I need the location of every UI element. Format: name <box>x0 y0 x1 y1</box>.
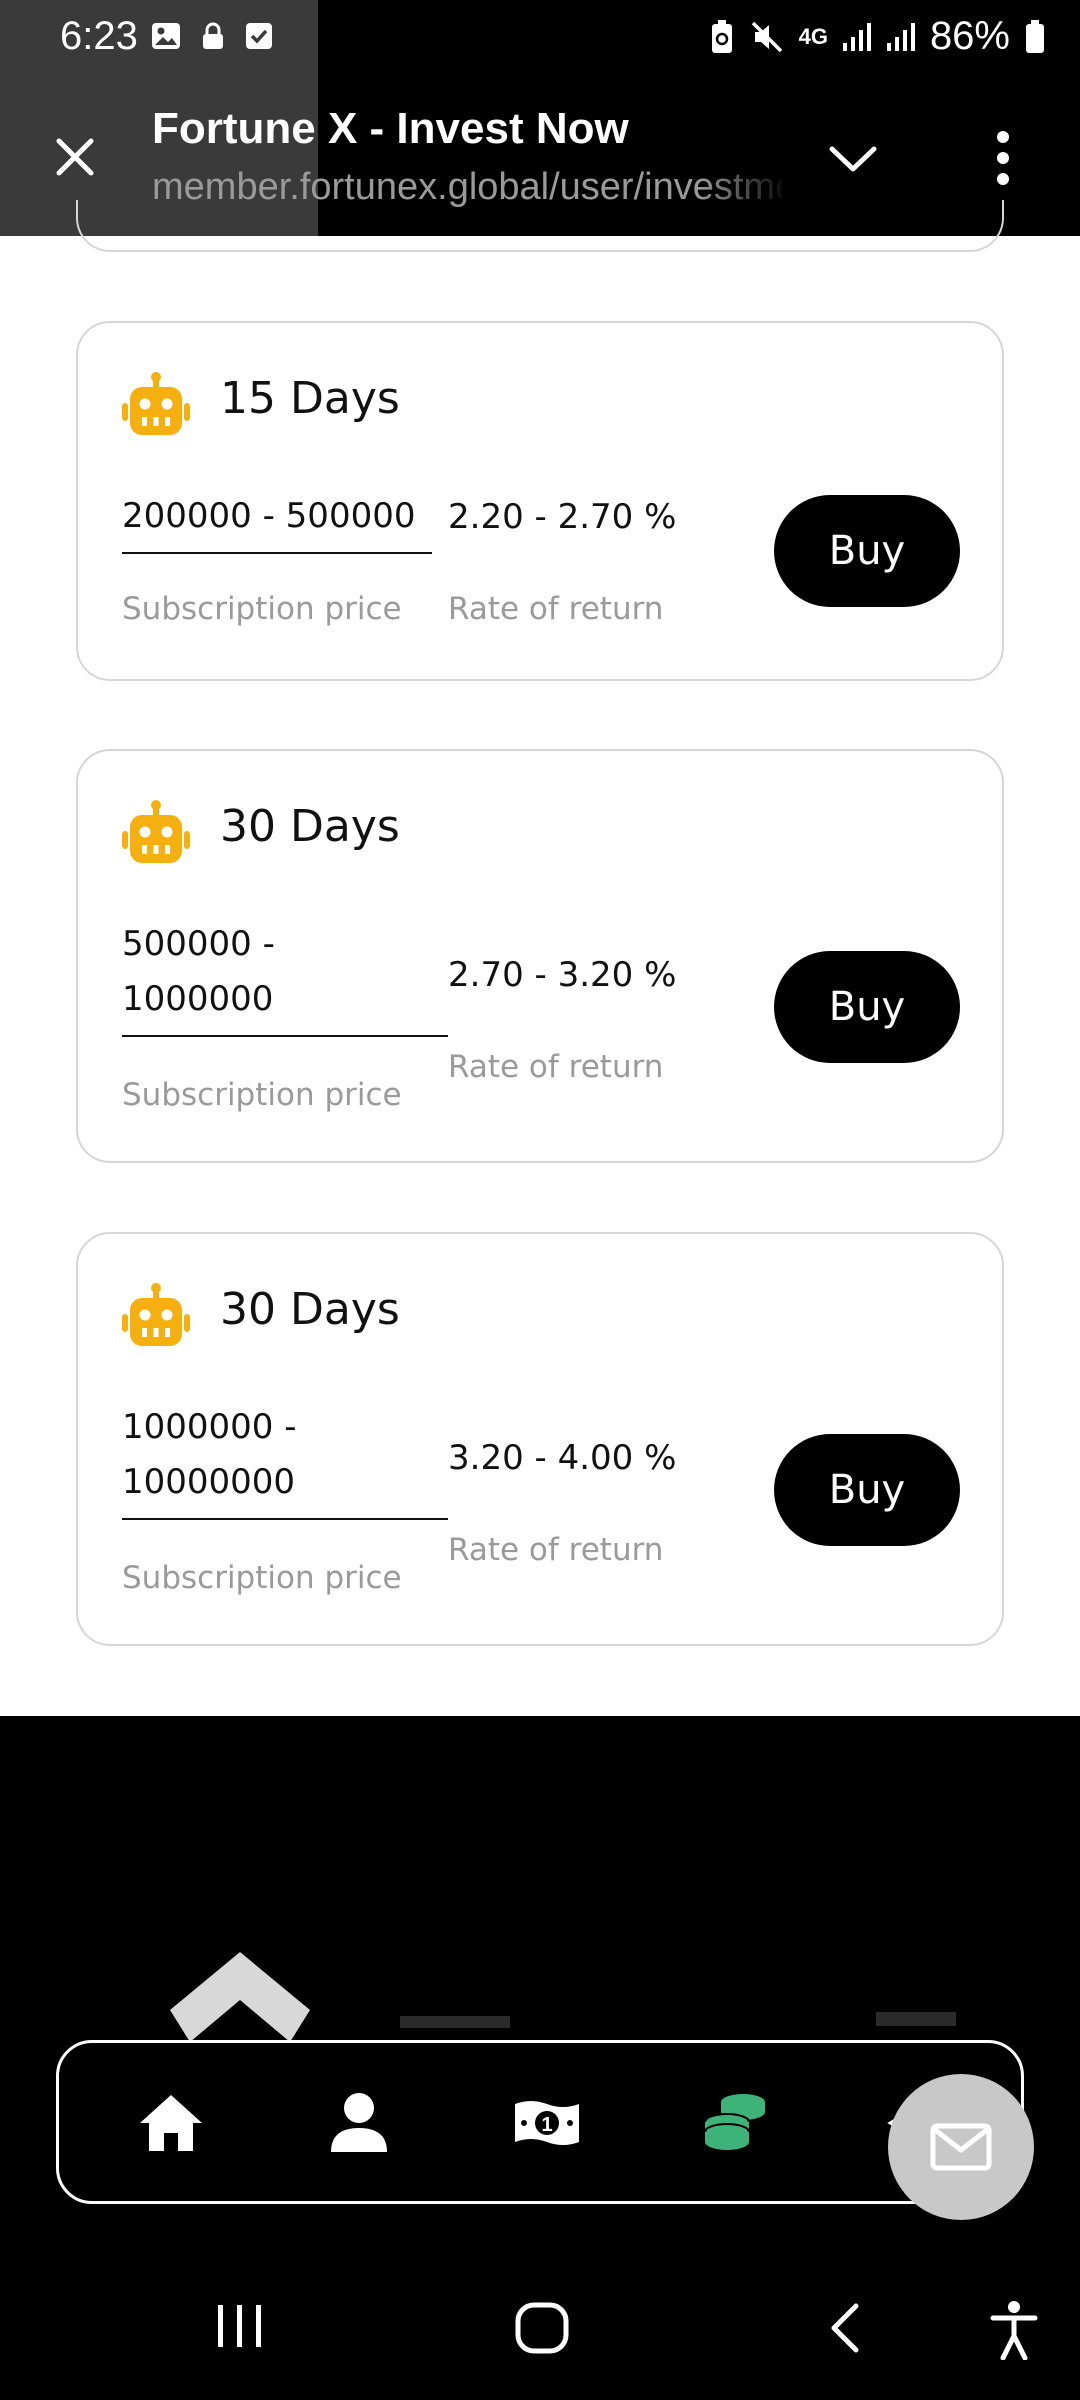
nav-invest[interactable] <box>695 2083 775 2163</box>
rate-of-return: 2.20 - 2.70 % <box>448 497 677 537</box>
previous-plan-card-edge <box>76 200 1004 252</box>
back-button[interactable] <box>820 2300 870 2356</box>
accessibility-icon <box>990 2301 1038 2360</box>
rate-of-return: 3.20 - 4.00 % <box>448 1438 677 1478</box>
back-chevron-icon <box>831 2303 859 2353</box>
status-system-icons: 4G 86% <box>709 14 1046 59</box>
recent-apps-button[interactable] <box>210 2300 270 2352</box>
recent-apps-icon <box>218 2305 261 2347</box>
subscription-price: 500000 - 1000000 <box>122 917 448 1037</box>
home-nav-button[interactable] <box>512 2300 572 2356</box>
buy-button[interactable]: Buy <box>774 951 960 1063</box>
gallery-icon <box>152 23 180 49</box>
more-options-button[interactable] <box>980 122 1026 194</box>
nav-wallet[interactable]: 1 <box>507 2083 587 2163</box>
logo-x-fragment <box>876 2012 956 2026</box>
lock-icon <box>203 22 223 49</box>
subscription-price-label: Subscription price <box>122 591 402 627</box>
close-icon <box>56 138 94 176</box>
home-circle-icon <box>515 2302 569 2354</box>
robot-icon <box>122 372 190 435</box>
more-vertical-icon <box>997 131 1009 185</box>
logo-wordmark-fragment <box>400 2016 510 2028</box>
home-icon <box>140 2095 202 2151</box>
battery-icon <box>1026 19 1044 53</box>
status-notification-icons <box>150 20 274 52</box>
network-type: 4G <box>798 23 828 49</box>
rate-of-return-label: Rate of return <box>448 1049 664 1085</box>
nav-profile[interactable] <box>319 2083 399 2163</box>
system-navigation-bar <box>0 2260 1080 2400</box>
status-time: 6:23 <box>60 14 138 58</box>
subscription-price: 200000 - 500000 <box>122 489 432 554</box>
buy-button[interactable]: Buy <box>774 495 960 607</box>
plan-duration: 30 Days <box>220 1284 400 1335</box>
rate-of-return: 2.70 - 3.20 % <box>448 955 677 995</box>
mute-icon <box>751 21 782 52</box>
subscription-price-max: 1000000 <box>122 979 274 1019</box>
fortune-x-logo <box>170 1952 310 2042</box>
page-title: Fortune X - Invest Now <box>152 104 629 153</box>
rate-of-return-label: Rate of return <box>448 1532 664 1568</box>
money-icon: 1 <box>515 2101 579 2145</box>
subscription-price-max: 10000000 <box>122 1462 296 1502</box>
plan-duration: 30 Days <box>220 801 400 852</box>
contact-mail-button[interactable] <box>888 2074 1034 2220</box>
chevron-down-icon <box>829 146 877 172</box>
subscription-price-label: Subscription price <box>122 1077 402 1113</box>
mail-icon <box>930 2123 992 2171</box>
subscription-price-min: 500000 - <box>122 924 275 964</box>
robot-icon <box>122 800 190 863</box>
expand-button[interactable] <box>818 128 888 190</box>
subscription-price: 1000000 - 10000000 <box>122 1400 448 1520</box>
subscription-price-min: 1000000 - <box>122 1407 297 1447</box>
plan-card: 30 Days 1000000 - 10000000 Subscription … <box>76 1232 1004 1646</box>
subscription-price-value: 200000 - 500000 <box>122 496 416 536</box>
accessibility-button[interactable] <box>986 2300 1042 2360</box>
signal-icon-1 <box>842 22 871 51</box>
bottom-nav: 1 <box>56 2040 1024 2204</box>
svg-text:1: 1 <box>541 2114 552 2136</box>
battery-percent: 86% <box>929 14 1010 58</box>
rate-of-return-label: Rate of return <box>448 591 664 627</box>
battery-saver-icon <box>711 19 732 53</box>
signal-icon-2 <box>886 22 915 51</box>
plan-card: 30 Days 500000 - 1000000 Subscription pr… <box>76 749 1004 1163</box>
plan-duration: 15 Days <box>220 373 400 424</box>
nav-home[interactable] <box>131 2083 211 2163</box>
robot-icon <box>122 1283 190 1346</box>
subscription-price-label: Subscription price <box>122 1560 402 1596</box>
checkbox-icon <box>246 23 272 49</box>
coins-icon <box>704 2094 765 2150</box>
close-tab-button[interactable] <box>44 126 106 188</box>
plan-card: 15 Days 200000 - 500000 Subscription pri… <box>76 321 1004 681</box>
buy-button[interactable]: Buy <box>774 1434 960 1546</box>
user-icon <box>331 2093 387 2152</box>
